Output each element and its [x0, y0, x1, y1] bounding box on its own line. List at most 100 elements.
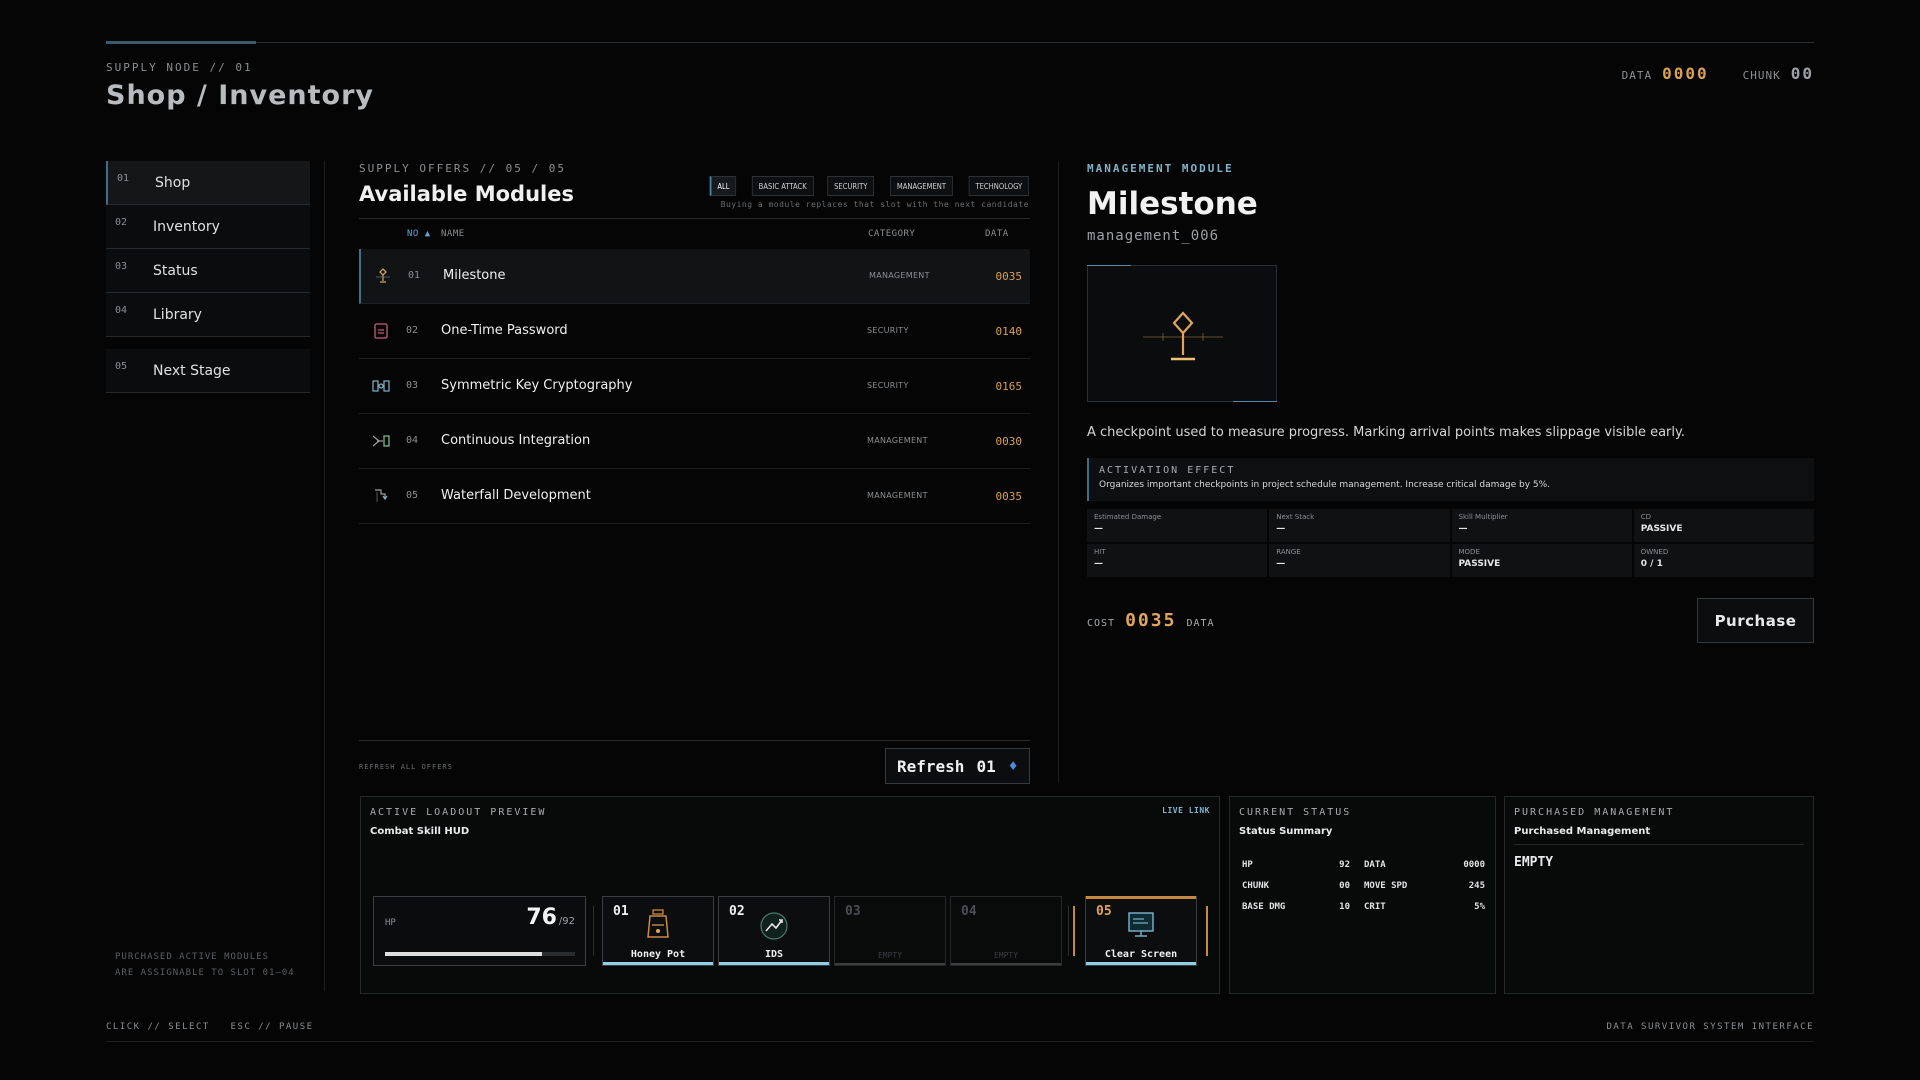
- stat-key: Skill Multiplier: [1458, 513, 1508, 521]
- filter-chip-security[interactable]: SECURITY: [827, 176, 875, 196]
- sidebar-item-next-stage[interactable]: 05 Next Stage: [106, 349, 310, 393]
- stat-cell: CD PASSIVE: [1633, 509, 1814, 542]
- status-key: DATA: [1364, 859, 1386, 870]
- row-category: MANAGEMENT: [869, 271, 930, 280]
- status-key: CHUNK: [1242, 880, 1270, 891]
- sidebar-item-num: 01: [117, 173, 130, 184]
- row-num: 05: [406, 490, 419, 501]
- status-header: CURRENT STATUS: [1239, 807, 1352, 818]
- page-eyebrow: SUPPLY NODE // 01: [106, 61, 253, 74]
- loadout-header: ACTIVE LOADOUT PREVIEW: [370, 807, 547, 818]
- row-cost: 0165: [995, 380, 1023, 393]
- row-num: 03: [406, 380, 419, 391]
- management-panel: PURCHASED MANAGEMENT Purchased Managemen…: [1504, 796, 1814, 994]
- status-value: 245: [1468, 880, 1485, 891]
- chunk-value: 00: [1790, 64, 1814, 83]
- column-header-data[interactable]: DATA: [985, 229, 1009, 239]
- hp-bar-fill: [385, 952, 542, 956]
- detail-title: Milestone: [1087, 186, 1258, 222]
- stat-key: CD: [1640, 513, 1652, 521]
- hp-label: HP: [385, 918, 396, 928]
- sidebar-item-label: Library: [153, 306, 202, 323]
- stat-value: PASSIVE: [1458, 559, 1501, 569]
- skill-slot-03[interactable]: 03 EMPTY: [834, 896, 946, 966]
- status-sub: Status Summary: [1239, 826, 1333, 837]
- detail-description: A checkpoint used to measure progress. M…: [1087, 425, 1685, 440]
- stats-grid: Estimated Damage — Next Stack — Skill Mult…: [1087, 509, 1814, 577]
- refresh-rule: [359, 740, 1030, 741]
- row-num: 02: [406, 325, 419, 336]
- management-empty: EMPTY: [1514, 855, 1554, 870]
- live-link[interactable]: LIVE LINK: [1162, 806, 1210, 815]
- stat-key: Estimated Damage: [1094, 513, 1162, 521]
- column-header-category[interactable]: CATEGORY: [868, 229, 915, 239]
- data-label: DATA: [1621, 69, 1653, 82]
- filter-chip-technology[interactable]: TECHNOLOGY: [968, 176, 1029, 196]
- activation-effect: ACTIVATION EFFECT Organizes important ch…: [1087, 458, 1814, 501]
- row-category: MANAGEMENT: [867, 436, 928, 445]
- sidebar-item-label: Shop: [155, 174, 191, 191]
- chunk-label: CHUNK: [1742, 69, 1781, 82]
- filter-chip-management[interactable]: MANAGEMENT: [890, 176, 954, 196]
- header-stats: DATA 0000 CHUNK 00: [1622, 64, 1814, 83]
- hp-bar: [385, 952, 575, 956]
- footer-system-label: DATA SURVIVOR SYSTEM INTERFACE: [1606, 1022, 1814, 1032]
- sidebar-item-inventory[interactable]: 02 Inventory: [106, 205, 310, 249]
- cost-unit: DATA: [1186, 618, 1215, 629]
- stat-key: RANGE: [1276, 548, 1301, 556]
- effect-header: ACTIVATION EFFECT: [1099, 465, 1236, 476]
- status-value: 92: [1339, 859, 1350, 870]
- management-header: PURCHASED MANAGEMENT: [1514, 807, 1675, 818]
- slot-name: EMPTY: [993, 951, 1019, 960]
- table-row[interactable]: 03 Symmetric Key Cryptography SECURITY 0…: [359, 359, 1030, 414]
- status-key: BASE DMG: [1242, 901, 1286, 912]
- ids-icon: [760, 912, 788, 940]
- clear-screen-icon: [1128, 912, 1154, 937]
- footer-hints: CLICK // SELECT ESC // PAUSE: [106, 1022, 314, 1032]
- otp-icon: [374, 323, 388, 339]
- stat-cell: Estimated Damage —: [1087, 509, 1268, 542]
- detail-preview: [1087, 265, 1277, 402]
- top-rule-accent: [106, 41, 256, 44]
- detail-id: management_006: [1087, 228, 1220, 244]
- row-name: Continuous Integration: [441, 433, 591, 448]
- top-rule: [106, 42, 1814, 43]
- sidebar-note-line: PURCHASED ACTIVE MODULES: [115, 952, 270, 962]
- stat-cell: HIT —: [1087, 544, 1268, 577]
- table-row[interactable]: 01 Milestone MANAGEMENT 0035: [359, 249, 1030, 304]
- column-header-name[interactable]: NAME: [441, 229, 465, 239]
- footer-rule: [106, 1041, 1814, 1042]
- sidebar-item-label: Inventory: [153, 218, 220, 235]
- stat-cell: Skill Multiplier —: [1451, 509, 1632, 542]
- stat-value: PASSIVE: [1640, 524, 1683, 534]
- honey-pot-icon: [647, 909, 669, 938]
- slot-num: 01: [613, 904, 629, 919]
- sidebar-item-status[interactable]: 03 Status: [106, 249, 310, 293]
- stat-key: HIT: [1094, 548, 1106, 556]
- skill-slot-04[interactable]: 04 EMPTY: [950, 896, 1062, 966]
- filter-chip-all[interactable]: ALL: [709, 176, 737, 196]
- sidebar-note: PURCHASED ACTIVE MODULES ARE ASSIGNABLE …: [115, 949, 295, 981]
- status-row: HP 92 DATA 0000: [1242, 854, 1485, 875]
- offers-table: 01 Milestone MANAGEMENT 0035 02 One-Time…: [359, 249, 1030, 524]
- table-row[interactable]: 04 Continuous Integration MANAGEMENT 003…: [359, 414, 1030, 469]
- table-row[interactable]: 02 One-Time Password SECURITY 0140: [359, 304, 1030, 359]
- purchase-button[interactable]: Purchase: [1697, 598, 1814, 643]
- sidebar-item-label: Next Stage: [153, 362, 231, 379]
- skill-slot-02[interactable]: 02 IDS: [718, 896, 830, 966]
- column-header-no[interactable]: NO ▲: [407, 229, 431, 239]
- skill-slot-05[interactable]: 05 Clear Screen: [1085, 896, 1197, 966]
- filter-chip-basic-attack[interactable]: BASIC ATTACK: [752, 176, 814, 196]
- cost-value: 0035: [1125, 610, 1177, 631]
- loadout-sub: Combat Skill HUD: [370, 826, 470, 837]
- status-key: CRIT: [1364, 901, 1386, 912]
- key-crypto-icon: [372, 380, 390, 392]
- slot-num: 02: [729, 904, 745, 919]
- table-row[interactable]: 05 Waterfall Development MANAGEMENT 0035: [359, 469, 1030, 524]
- status-value: 00: [1339, 880, 1350, 891]
- sidebar-item-library[interactable]: 04 Library: [106, 293, 310, 337]
- refresh-button[interactable]: Refresh 01 ♦: [885, 748, 1030, 784]
- sidebar-item-shop[interactable]: 01 Shop: [106, 161, 310, 205]
- skill-slot-01[interactable]: 01 Honey Pot: [602, 896, 714, 966]
- sidebar: 01 Shop 02 Inventory 03 Status 04 Librar…: [106, 161, 310, 393]
